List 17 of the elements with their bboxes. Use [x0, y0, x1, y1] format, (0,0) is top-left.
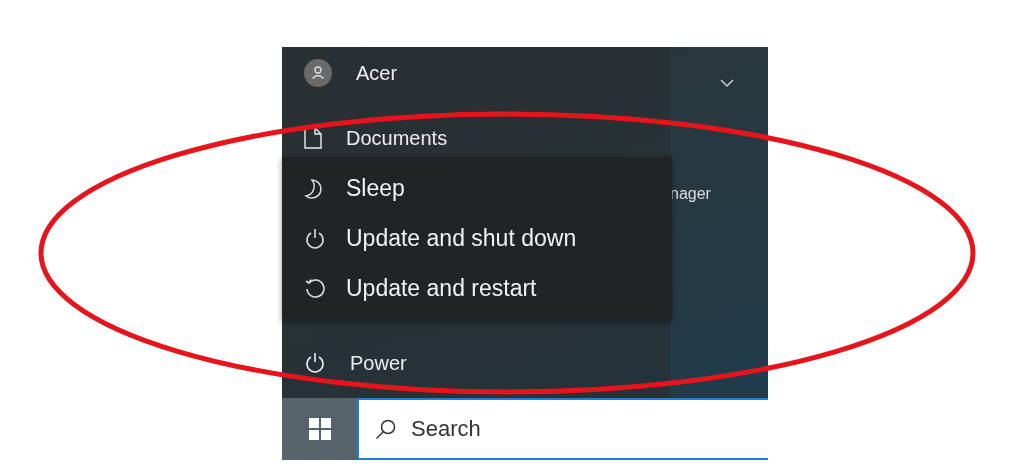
chevron-down-icon[interactable] — [720, 79, 734, 87]
search-bar[interactable]: Search — [357, 398, 768, 460]
power-menu-item[interactable]: Sleep — [282, 167, 672, 210]
restart-icon — [304, 277, 326, 300]
power-icon — [304, 227, 326, 250]
search-icon — [375, 418, 397, 440]
search-field[interactable]: Search — [409, 415, 713, 443]
power-menu-item[interactable]: Update and restart — [282, 267, 672, 310]
menu-item[interactable]: Documents — [282, 120, 670, 164]
power-item[interactable]: Power — [282, 338, 670, 388]
start-button[interactable] — [282, 398, 357, 460]
avatar-icon — [304, 59, 332, 87]
windows-logo-icon — [308, 418, 331, 440]
account-item[interactable]: Acer — [282, 48, 670, 98]
power-menu-item[interactable]: Update and shut down — [282, 217, 672, 260]
power-icon — [304, 352, 326, 374]
document-icon — [304, 127, 322, 149]
